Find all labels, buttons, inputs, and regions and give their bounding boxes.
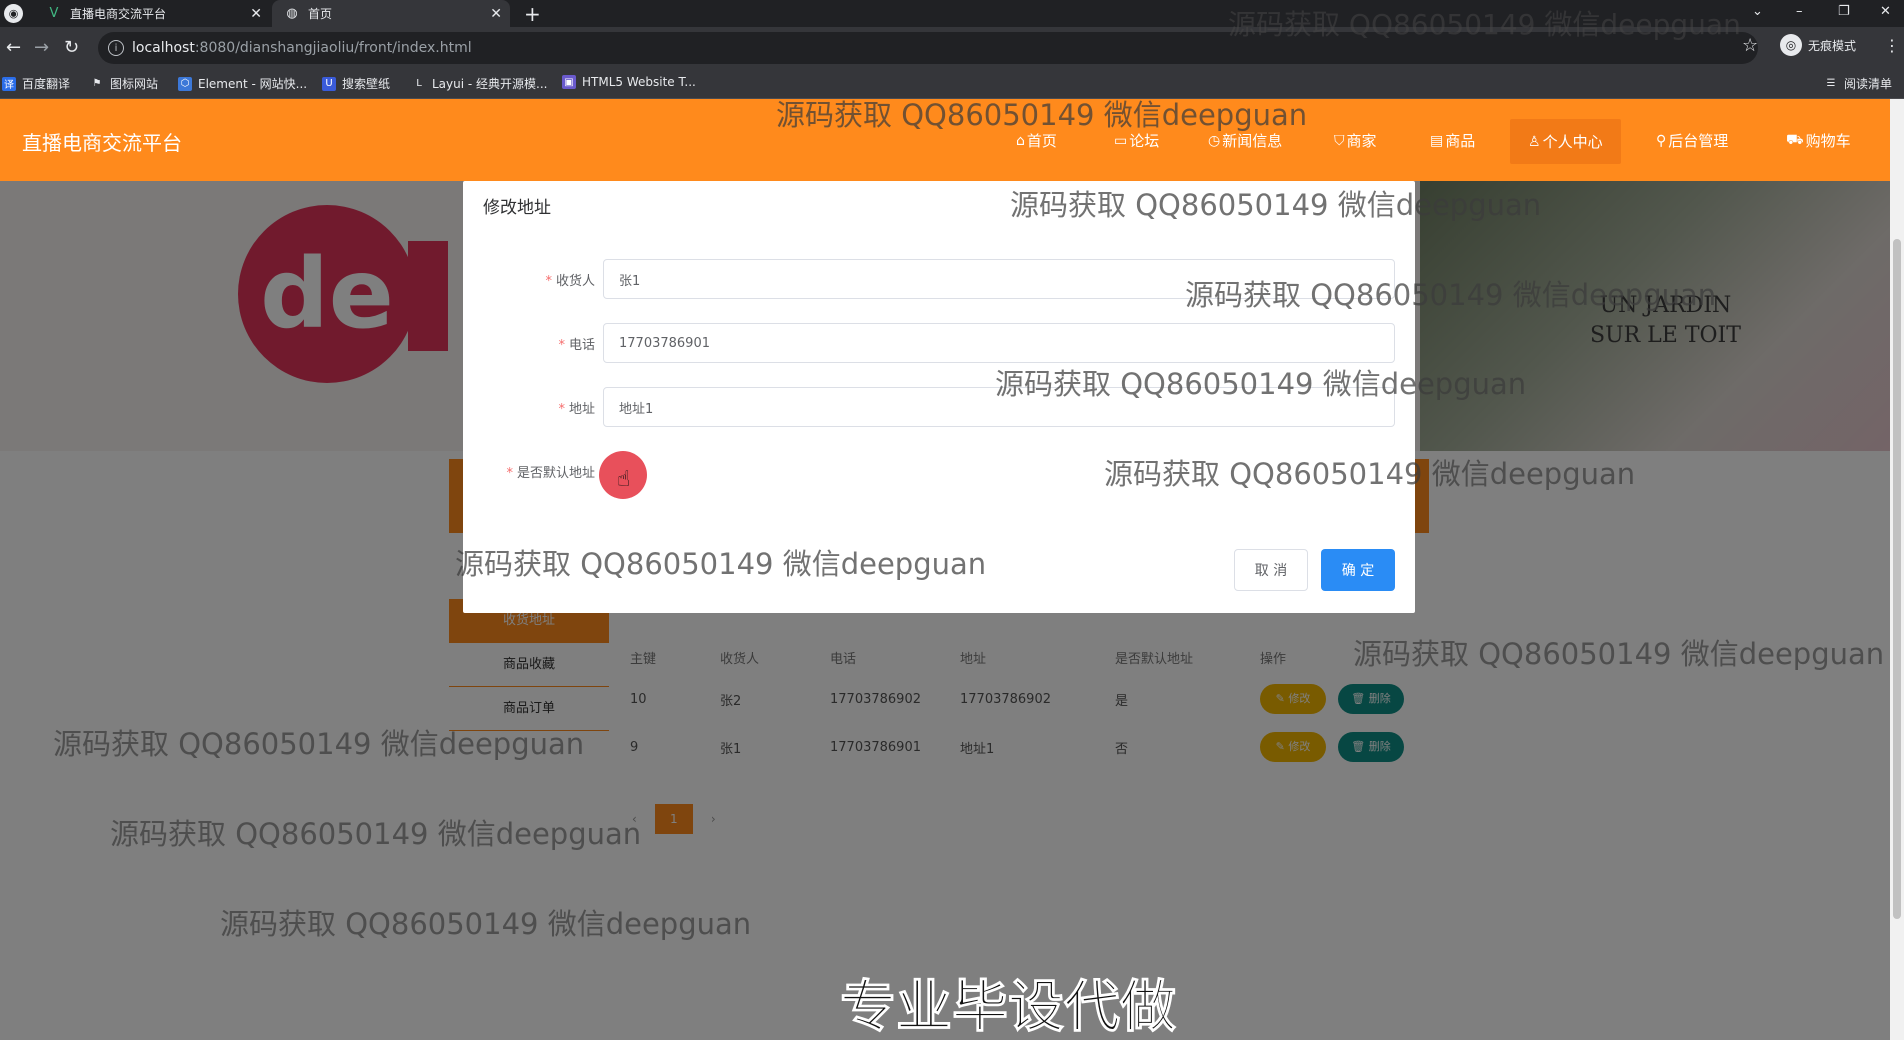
url-path: :8080/dianshangjiaoliu/front/index.html xyxy=(194,40,472,56)
watermark: 源码获取 QQ86050149 微信deepguan xyxy=(455,547,987,581)
bookmark-label: 图标网站 xyxy=(110,77,159,91)
bookmark-item[interactable]: U 搜索壁纸 xyxy=(322,75,390,92)
shield-icon: ⛉ xyxy=(1334,132,1345,149)
bookmark-item[interactable]: ⚑ 图标网站 xyxy=(90,75,159,92)
incognito-icon: ◎ xyxy=(1780,34,1802,56)
bookmark-item[interactable]: ▣ HTML5 Website T... xyxy=(562,75,696,89)
form-row-phone: * 电话 17703786901 xyxy=(463,323,1415,363)
watermark: 源码获取 QQ86050149 微信deepguan xyxy=(995,367,1527,401)
bookmark-label: Layui - 经典开源模... xyxy=(432,77,548,91)
confirm-button[interactable]: 确 定 xyxy=(1321,549,1395,591)
close-icon[interactable]: ✕ xyxy=(490,6,502,22)
vue-icon: V xyxy=(49,6,59,21)
globe-icon: ◍ xyxy=(286,6,298,21)
tab-title: 直播电商交流平台 xyxy=(70,7,167,21)
wallpaper-icon: U xyxy=(322,76,336,91)
goods-icon: ▤ xyxy=(1430,132,1444,149)
bookmark-label: 搜索壁纸 xyxy=(342,77,391,91)
watermark: 源码获取 QQ86050149 微信deepguan xyxy=(1010,188,1542,222)
watermark: 源码获取 QQ86050149 微信deepguan xyxy=(220,907,752,941)
video-caption: 专业毕设代做 xyxy=(840,975,1177,1040)
field-label: * 是否默认地址 xyxy=(506,462,595,481)
field-label: * 收货人 xyxy=(545,270,595,289)
bookmark-label: Element - 网站快... xyxy=(198,77,308,91)
bookmark-label: HTML5 Website T... xyxy=(582,75,696,89)
close-icon[interactable]: ✕ xyxy=(250,6,262,22)
dialog-title: 修改地址 xyxy=(483,198,551,218)
reading-list-label: 阅读清单 xyxy=(1844,77,1893,91)
cancel-button[interactable]: 取 消 xyxy=(1234,549,1308,591)
chevron-down-icon[interactable]: ⌄ xyxy=(1752,0,1763,22)
bookmark-item[interactable]: L Layui - 经典开源模... xyxy=(412,75,547,92)
field-label: * 地址 xyxy=(558,398,595,417)
html5-icon: ▣ xyxy=(562,75,576,89)
site-title[interactable]: 直播电商交流平台 xyxy=(22,127,182,156)
required-mark: * xyxy=(558,402,565,417)
nav-cart[interactable]: ⛟ 购物车 xyxy=(1786,130,1851,151)
tab-title: 首页 xyxy=(308,7,333,21)
nav-label: 购物车 xyxy=(1805,132,1851,150)
info-icon[interactable]: i xyxy=(108,40,124,56)
page-viewport: 直播电商交流平台 ⌂ 首页 ▭ 论坛 ◷ 新闻信息 ⛉ 商家 ▤ 商品 ♙ 个人中心 ⚲ 后台… xyxy=(0,99,1904,1040)
phone-input[interactable]: 17703786901 xyxy=(603,323,1395,363)
element-icon: ⬡ xyxy=(178,76,192,91)
nav-goods[interactable]: ▤ 商品 xyxy=(1430,130,1475,151)
link-icon: ⚲ xyxy=(1656,132,1667,149)
reading-list[interactable]: ☰ 阅读清单 xyxy=(1824,75,1893,92)
hand-cursor-icon: ☝ xyxy=(617,467,631,492)
field-label-text: 电话 xyxy=(568,338,595,353)
bookmark-star-icon[interactable]: ☆ xyxy=(1742,35,1758,56)
window-close-icon[interactable]: ✕ xyxy=(1880,0,1891,22)
reading-list-icon: ☰ xyxy=(1826,78,1836,89)
required-mark: * xyxy=(558,338,565,353)
required-mark: * xyxy=(506,466,513,481)
back-icon[interactable]: ← xyxy=(6,37,21,58)
incognito-label: 无痕模式 xyxy=(1808,38,1857,53)
new-tab-icon[interactable]: + xyxy=(524,2,541,26)
required-mark: * xyxy=(545,274,552,289)
minimize-icon[interactable]: – xyxy=(1796,0,1803,22)
bookmarks-bar: 译百度翻译 ⚑ 图标网站 ⬡ Element - 网站快... U 搜索壁纸 L Lay… xyxy=(0,69,1904,99)
watermark: 源码获取 QQ86050149 微信deepguan xyxy=(1104,457,1636,491)
forum-icon: ▭ xyxy=(1114,132,1128,149)
layui-icon: L xyxy=(416,78,422,89)
watermark: 源码获取 QQ86050149 微信deepguan xyxy=(53,727,585,761)
url-host: localhost xyxy=(132,40,195,56)
field-label-text: 收货人 xyxy=(555,274,595,289)
page-scrollbar[interactable] xyxy=(1890,99,1904,1040)
nav-admin[interactable]: ⚲ 后台管理 xyxy=(1656,130,1728,151)
incognito-indicator[interactable]: ◎ 无痕模式 xyxy=(1780,34,1856,56)
tab-home[interactable]: ◍ 首页 ✕ xyxy=(272,0,510,27)
tab-platform[interactable]: V 直播电商交流平台 ✕ xyxy=(34,0,270,27)
forward-icon[interactable]: → xyxy=(34,37,49,58)
field-label-text: 是否默认地址 xyxy=(516,466,595,481)
user-icon: ♙ xyxy=(1528,133,1541,150)
browser-menu-icon[interactable]: ◉ xyxy=(4,4,23,23)
translate-icon: 译 xyxy=(2,76,16,91)
watermark: 源码获取 QQ86050149 微信deepguan xyxy=(1185,278,1717,312)
field-label-text: 地址 xyxy=(568,402,595,417)
watermark: 源码获取 QQ86050149 微信deepguan xyxy=(110,817,642,851)
nav-personal-center[interactable]: ♙ 个人中心 xyxy=(1510,119,1621,164)
watermark: 源码获取 QQ86050149 微信deepguan xyxy=(1353,637,1885,671)
field-label: * 电话 xyxy=(558,334,595,353)
watermark: 源码获取 QQ86050149 微信deepguan xyxy=(1228,8,1741,41)
nav-label: 商品 xyxy=(1445,132,1476,150)
watermark: 源码获取 QQ86050149 微信deepguan xyxy=(776,99,1308,132)
bookmark-item[interactable]: 译百度翻译 xyxy=(2,75,70,92)
reload-icon[interactable]: ↻ xyxy=(64,37,79,58)
more-menu-icon[interactable]: ⋮ xyxy=(1884,36,1900,55)
cart-icon: ⛟ xyxy=(1786,131,1804,148)
news-icon: ◷ xyxy=(1208,132,1221,149)
nav-label: 后台管理 xyxy=(1668,132,1729,150)
scrollbar-thumb[interactable] xyxy=(1893,239,1901,919)
bookmark-label: 百度翻译 xyxy=(22,77,71,91)
bookmark-item[interactable]: ⬡ Element - 网站快... xyxy=(178,75,307,92)
nav-label: 商家 xyxy=(1346,132,1377,150)
nav-merchant[interactable]: ⛉ 商家 xyxy=(1334,130,1377,151)
home-icon: ⌂ xyxy=(1016,132,1025,149)
restore-icon[interactable]: ❐ xyxy=(1838,0,1850,22)
nav-label: 个人中心 xyxy=(1542,133,1603,151)
flag-icon: ⚑ xyxy=(92,78,102,89)
